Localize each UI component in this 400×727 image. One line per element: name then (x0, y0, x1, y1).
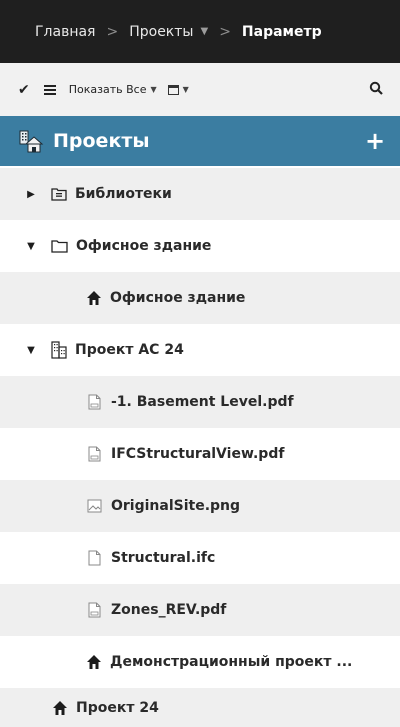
breadcrumb-projects[interactable]: Проекты (129, 24, 193, 40)
tree-item-label: OriginalSite.png (111, 498, 241, 514)
projects-icon (19, 130, 44, 153)
library-icon (51, 188, 67, 201)
chevron-down-icon[interactable]: ▼ (183, 85, 189, 94)
tree-item-office-folder[interactable]: ▼ Офисное здание (0, 220, 400, 272)
tree-item-libraries[interactable]: ▶ Библиотеки (0, 168, 400, 220)
tree-item-demo-project[interactable]: Демонстрационный проект ... (0, 636, 400, 688)
file-icon (88, 550, 101, 566)
toolbar: ✔ Показать Все ▼ ▼ (0, 63, 400, 116)
folder-icon (51, 240, 68, 253)
breadcrumb-current: Параметр (241, 23, 322, 40)
pdf-file-icon (88, 394, 101, 410)
add-project-button[interactable]: + (365, 129, 385, 153)
pdf-file-icon (88, 602, 101, 618)
expand-down-icon[interactable]: ▼ (26, 345, 36, 356)
tree-item-file[interactable]: OriginalSite.png (0, 480, 400, 532)
breadcrumb: Главная > Проекты ▼ > Параметр (0, 0, 400, 63)
building-icon (51, 341, 67, 359)
projects-header: Проекты + (0, 116, 400, 166)
breadcrumb-separator-icon: > (219, 23, 231, 40)
tree-item-label: Офисное здание (76, 238, 212, 254)
tree-item-label: Structural.ifc (111, 550, 216, 566)
chevron-down-icon[interactable]: ▼ (200, 26, 208, 37)
pdf-file-icon (88, 446, 101, 462)
image-file-icon (87, 499, 102, 513)
show-all-dropdown[interactable]: Показать Все (69, 83, 147, 96)
tree-item-office-project[interactable]: Офисное здание (0, 272, 400, 324)
tree-item-label: Проект АС 24 (75, 342, 184, 358)
page-title: Проекты (53, 130, 150, 152)
tree-item-project-24[interactable]: Проект 24 (0, 688, 400, 727)
tree-item-label: Библиотеки (75, 186, 172, 202)
expand-down-icon[interactable]: ▼ (26, 241, 36, 252)
select-check-icon[interactable]: ✔ (18, 82, 30, 98)
tree-item-file[interactable]: IFCStructuralView.pdf (0, 428, 400, 480)
house-icon (87, 655, 101, 669)
search-icon[interactable] (369, 81, 383, 95)
tree-item-file[interactable]: Structural.ifc (0, 532, 400, 584)
house-icon (87, 291, 101, 305)
tree-item-file[interactable]: Zones_REV.pdf (0, 584, 400, 636)
chevron-down-icon[interactable]: ▼ (150, 85, 156, 94)
tree-item-label: Zones_REV.pdf (111, 602, 227, 618)
tree-item-project-ac24[interactable]: ▼ Проект АС 24 (0, 324, 400, 376)
tree-item-label: IFCStructuralView.pdf (111, 446, 285, 462)
tree-item-label: Демонстрационный проект ... (110, 654, 353, 670)
calendar-icon[interactable] (167, 84, 179, 95)
breadcrumb-home[interactable]: Главная (35, 24, 95, 40)
tree-item-file[interactable]: -1. Basement Level.pdf (0, 376, 400, 428)
breadcrumb-separator-icon: > (106, 23, 119, 40)
house-icon (53, 700, 67, 715)
list-view-icon[interactable] (43, 84, 56, 95)
tree-item-label: Проект 24 (76, 699, 159, 716)
tree-item-label: Офисное здание (110, 290, 246, 306)
expand-right-icon[interactable]: ▶ (26, 189, 36, 200)
tree-item-label: -1. Basement Level.pdf (111, 394, 294, 410)
